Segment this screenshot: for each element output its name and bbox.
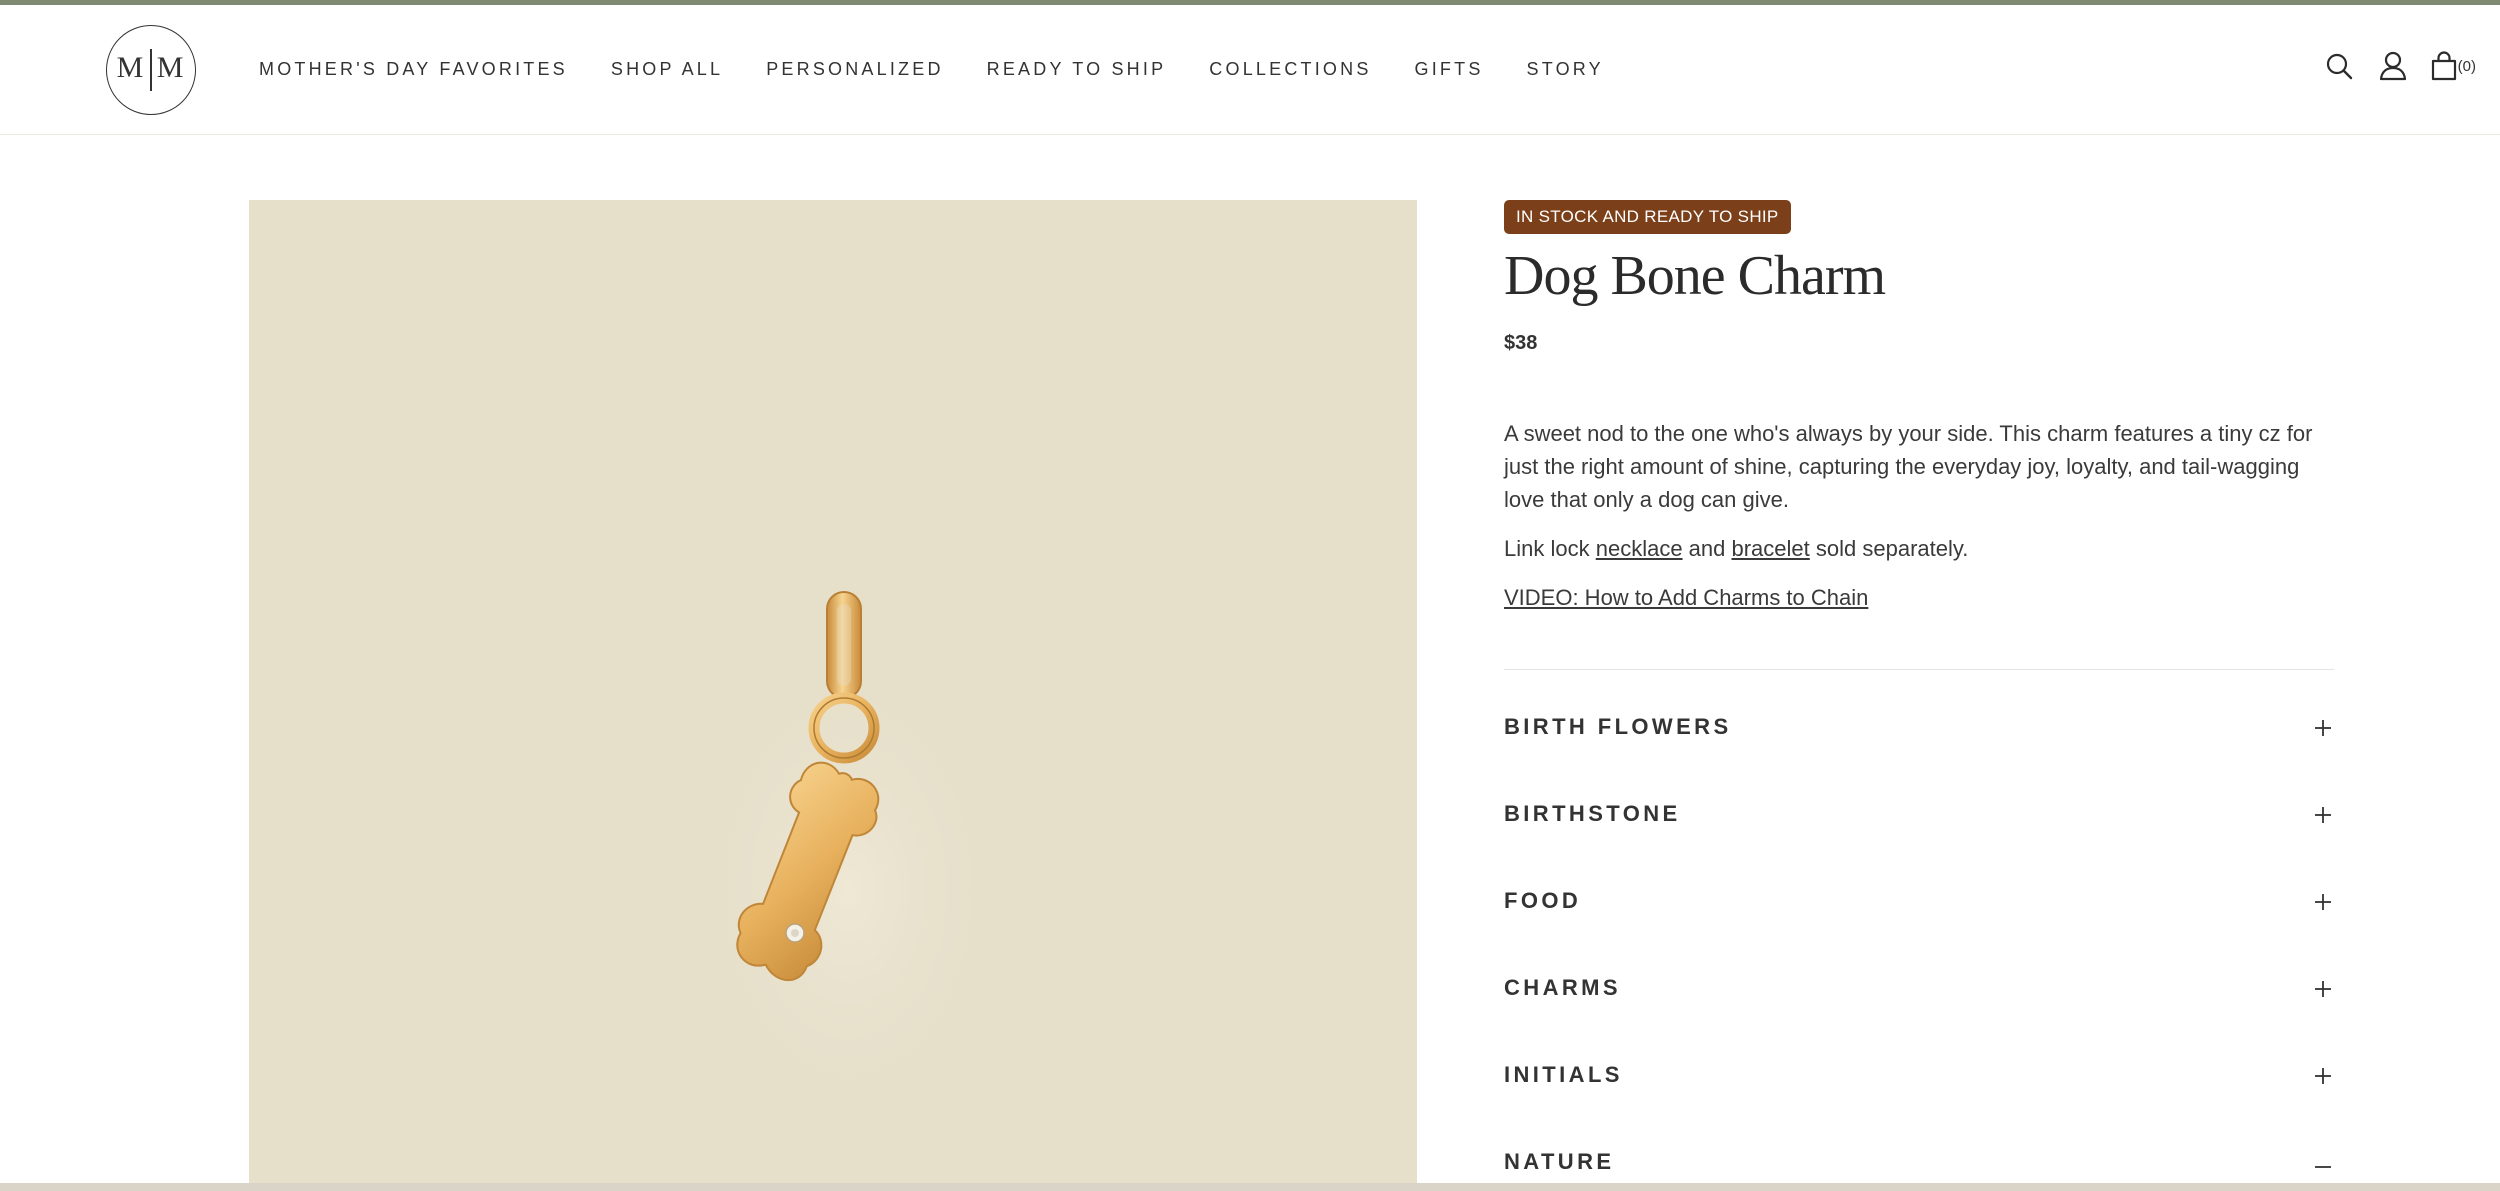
bottom-edge <box>0 1183 2500 1191</box>
sold-separately-prefix: Link lock <box>1504 536 1596 561</box>
video-link[interactable]: VIDEO: How to Add Charms to Chain <box>1504 585 1868 610</box>
product-price: $38 <box>1504 332 1538 354</box>
account-icon[interactable] <box>2376 49 2410 83</box>
dog-bone-charm-image <box>679 591 1019 1150</box>
plus-icon[interactable] <box>2312 891 2334 913</box>
accordion-food[interactable]: FOOD <box>1504 857 2334 944</box>
plus-icon[interactable] <box>2312 717 2334 739</box>
nav-item-gifts[interactable]: GIFTS <box>1415 59 1484 80</box>
minus-icon[interactable] <box>2312 1152 2334 1174</box>
logo[interactable]: MM <box>106 25 196 115</box>
accordion-charms[interactable]: CHARMS <box>1504 944 2334 1031</box>
accordion-nature[interactable]: NATURE <box>1504 1118 2334 1191</box>
site-header: MM MOTHER'S DAY FAVORITES SHOP ALL PERSO… <box>0 5 2500 135</box>
stock-badge: IN STOCK AND READY TO SHIP <box>1504 200 1791 234</box>
product-image[interactable] <box>249 200 1417 1191</box>
cart-count[interactable]: (0) <box>2458 58 2476 75</box>
bag-icon[interactable] <box>2430 49 2458 83</box>
accordion-birth-flowers[interactable]: BIRTH FLOWERS <box>1504 683 2334 770</box>
search-icon[interactable] <box>2322 49 2356 83</box>
product-description: A sweet nod to the one who's always by y… <box>1504 421 2313 512</box>
sold-separately-suffix: sold separately. <box>1809 536 1969 561</box>
accordion-birthstone[interactable]: BIRTHSTONE <box>1504 770 2334 857</box>
header-icons: (0) <box>2302 49 2476 83</box>
video-link-row: VIDEO: How to Add Charms to Chain <box>1504 581 2334 614</box>
product-title: Dog Bone Charm <box>1504 245 1886 307</box>
nav-item-personalized[interactable]: PERSONALIZED <box>766 59 943 80</box>
accordion-label: CHARMS <box>1504 975 1621 1000</box>
accordion-label: INITIALS <box>1504 1062 1623 1087</box>
nav-item-collections[interactable]: COLLECTIONS <box>1209 59 1371 80</box>
accordion-label: BIRTHSTONE <box>1504 801 1681 826</box>
plus-icon[interactable] <box>2312 978 2334 1000</box>
logo-mark: MM <box>117 49 186 91</box>
nav-item-ready-to-ship[interactable]: READY TO SHIP <box>987 59 1167 80</box>
accordion-label: FOOD <box>1504 888 1582 913</box>
nav-item-shop-all[interactable]: SHOP ALL <box>611 59 723 80</box>
product-info: IN STOCK AND READY TO SHIP Dog Bone Char… <box>1504 200 2334 1191</box>
nav-item-mothers-day-favorites[interactable]: MOTHER'S DAY FAVORITES <box>259 59 568 80</box>
accordion-label: NATURE <box>1504 1149 1615 1174</box>
accordion-label: BIRTH FLOWERS <box>1504 714 1732 739</box>
main-nav: MOTHER'S DAY FAVORITES SHOP ALL PERSONAL… <box>259 5 1647 133</box>
plus-icon[interactable] <box>2312 804 2334 826</box>
accordion-initials[interactable]: INITIALS <box>1504 1031 2334 1118</box>
necklace-link[interactable]: necklace <box>1596 536 1683 561</box>
sold-separately-middle: and <box>1682 536 1732 561</box>
sold-separately-note: Link lock necklace and bracelet sold sep… <box>1504 532 2334 565</box>
nav-item-story[interactable]: STORY <box>1527 59 1604 80</box>
divider <box>1504 669 2334 670</box>
bracelet-link[interactable]: bracelet <box>1732 536 1810 561</box>
plus-icon[interactable] <box>2312 1065 2334 1087</box>
